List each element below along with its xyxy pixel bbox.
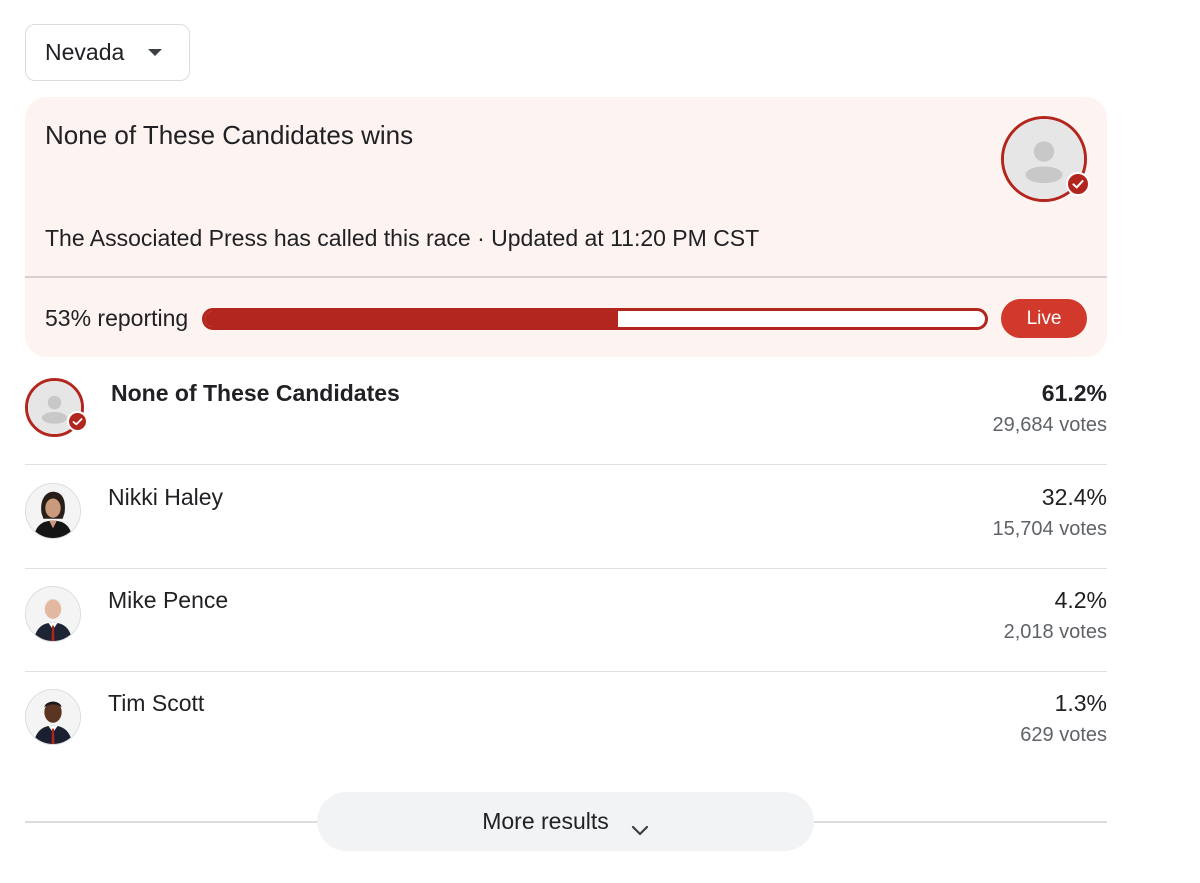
state-dropdown[interactable]: Nevada [25, 24, 190, 81]
more-results-label: More results [482, 808, 609, 834]
check-icon [67, 411, 88, 432]
candidate-photo [25, 689, 81, 745]
winner-card: None of These Candidates wins The Associ… [25, 97, 1107, 357]
reporting-progress-bar [202, 308, 988, 330]
candidate-name: Tim Scott [108, 690, 205, 716]
reporting-progress-fill [205, 311, 619, 327]
more-results-button[interactable]: More results [317, 792, 814, 851]
candidate-percent: 4.2% [1054, 587, 1107, 613]
arrow-drop-down-icon [148, 49, 162, 56]
live-badge[interactable]: Live [1001, 299, 1087, 338]
chevron-down-icon [631, 816, 649, 835]
state-dropdown-value: Nevada [45, 39, 125, 65]
candidate-votes: 15,704 votes [992, 518, 1107, 540]
candidate-percent: 32.4% [1041, 484, 1107, 510]
candidate-photo [25, 483, 81, 539]
candidate-name: None of These Candidates [111, 380, 400, 406]
winner-title: None of These Candidates wins [45, 120, 414, 150]
candidate-votes: 29,684 votes [992, 414, 1107, 436]
candidate-percent: 1.3% [1054, 690, 1107, 716]
candidate-percent: 61.2% [1041, 380, 1107, 406]
card-divider [25, 276, 1107, 278]
candidate-photo [25, 586, 81, 642]
race-call-status: The Associated Press has called this rac… [45, 225, 760, 251]
candidate-votes: 2,018 votes [1003, 621, 1107, 643]
candidate-row[interactable]: Mike Pence 4.2% 2,018 votes [25, 568, 1107, 672]
candidate-row[interactable]: Nikki Haley 32.4% 15,704 votes [25, 465, 1107, 569]
candidate-name: Mike Pence [108, 587, 229, 613]
winner-avatar [1001, 116, 1090, 202]
candidate-votes: 629 votes [1020, 724, 1107, 746]
reporting-label: 53% reporting [45, 305, 189, 331]
candidate-row[interactable]: None of These Candidates 61.2% 29,684 vo… [25, 361, 1107, 465]
check-icon [1066, 172, 1090, 196]
candidate-row[interactable]: Tim Scott 1.3% 629 votes [25, 671, 1107, 774]
candidate-name: Nikki Haley [108, 484, 224, 510]
